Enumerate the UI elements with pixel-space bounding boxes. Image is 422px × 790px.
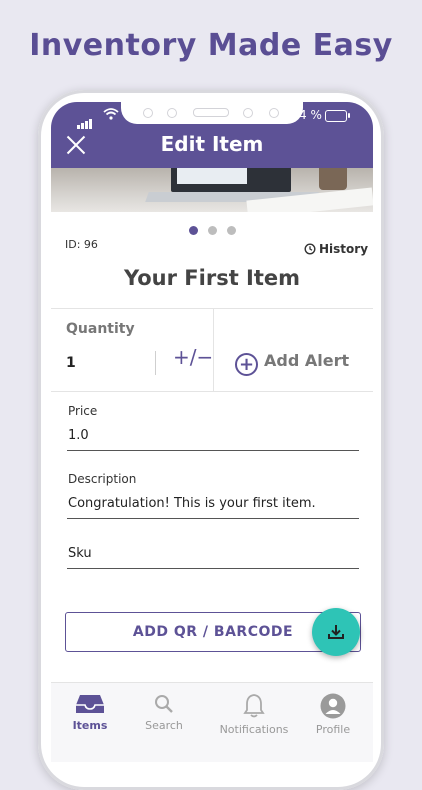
mug-image	[319, 168, 347, 190]
divider	[155, 351, 156, 375]
quantity-label: Quantity	[66, 321, 135, 337]
tab-profile-label: Profile	[315, 723, 351, 736]
item-id: ID: 96	[65, 238, 98, 251]
quantity-input[interactable]: 1	[66, 355, 76, 371]
carousel-dot-active[interactable]	[188, 226, 198, 235]
page-title: Edit Item	[160, 132, 264, 156]
tab-items-label: Items	[72, 719, 108, 732]
description-underline	[67, 518, 359, 519]
tab-search[interactable]: Search	[124, 693, 204, 732]
sensor-dot	[167, 108, 177, 118]
item-name[interactable]: Your First Item	[51, 266, 373, 290]
app-bar: 4 % Edit Item	[51, 102, 373, 168]
person-icon	[320, 693, 346, 719]
price-underline	[67, 450, 359, 451]
sensor-dot	[269, 108, 279, 118]
tab-notifications-label: Notifications	[219, 723, 289, 736]
app-screen: 4 % Edit Item ID: 96 History Your First …	[51, 102, 373, 762]
search-icon	[155, 695, 173, 713]
inbox-tray-icon	[76, 695, 104, 713]
quantity-section: Quantity 1 +/− + Add Alert	[51, 308, 373, 392]
tab-items[interactable]: Items	[51, 693, 130, 732]
wifi-icon	[103, 108, 119, 123]
carousel-dot[interactable]	[226, 226, 236, 235]
price-field[interactable]: 1.0	[68, 428, 89, 443]
item-photo-carousel[interactable]	[51, 168, 373, 212]
description-field[interactable]: Congratulation! This is your first item.	[68, 496, 316, 511]
tab-search-label: Search	[145, 719, 183, 732]
signal-icon	[77, 110, 93, 129]
plus-minus-stepper[interactable]: +/−	[173, 345, 213, 369]
speaker-grille	[193, 108, 229, 117]
sku-underline	[67, 568, 359, 569]
bell-icon	[243, 694, 265, 718]
phone-notch	[121, 102, 303, 124]
battery-icon	[324, 109, 350, 122]
history-label: History	[319, 242, 369, 256]
bottom-tab-bar: Items Search Notifications Profile	[51, 682, 373, 762]
description-label: Description	[68, 472, 137, 486]
carousel-dot[interactable]	[207, 226, 217, 235]
carousel-indicator[interactable]	[51, 220, 373, 239]
add-circle-icon: +	[235, 353, 258, 376]
laptop-image	[171, 168, 291, 192]
tab-notifications[interactable]: Notifications	[214, 693, 294, 736]
sku-field[interactable]: Sku	[68, 546, 92, 561]
price-label: Price	[68, 404, 98, 418]
camera-dot	[243, 108, 253, 118]
add-alert-label: Add Alert	[264, 351, 350, 370]
download-icon	[328, 625, 344, 639]
add-alert-button[interactable]: + Add Alert	[235, 351, 349, 376]
tab-profile[interactable]: Profile	[293, 693, 373, 736]
marketing-headline: Inventory Made Easy	[29, 28, 393, 63]
download-fab[interactable]	[312, 608, 360, 656]
history-icon	[304, 243, 316, 255]
history-button[interactable]: History	[304, 242, 368, 256]
battery-indicator: 4 %	[299, 108, 350, 122]
sensor-dot	[143, 108, 153, 118]
